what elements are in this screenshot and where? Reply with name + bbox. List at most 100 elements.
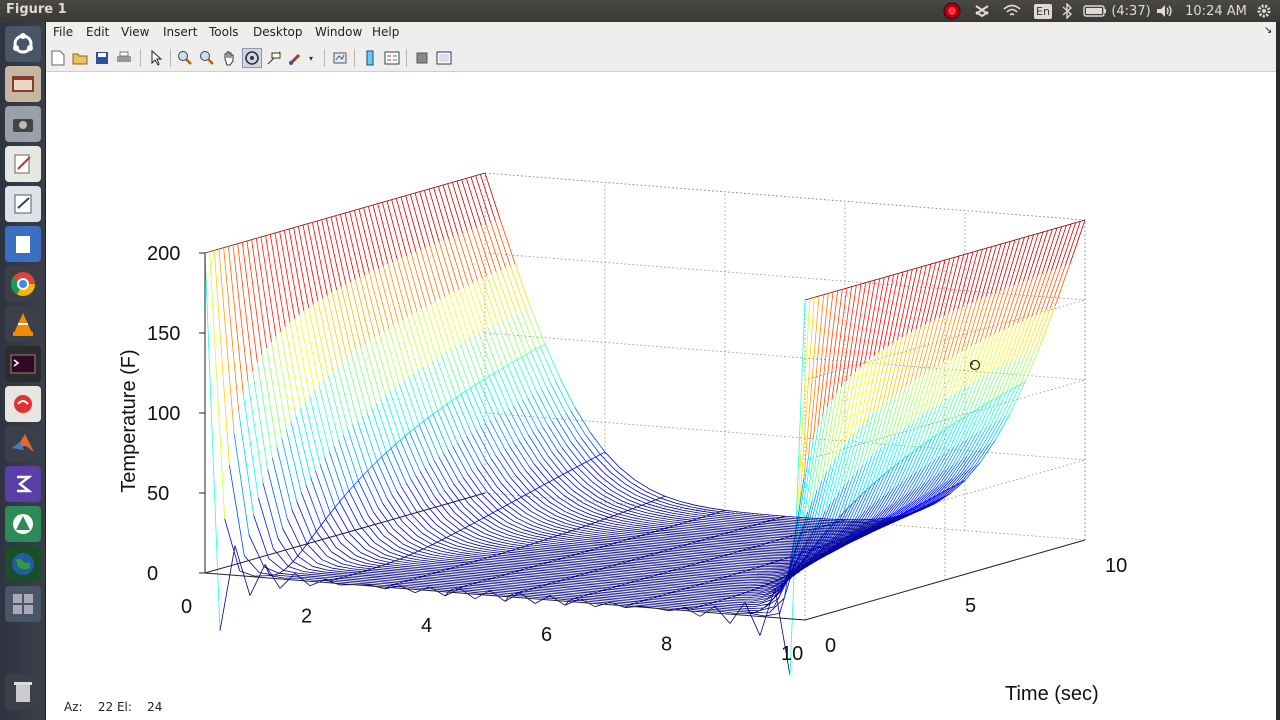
mesh-line (465, 569, 481, 572)
mesh-line (402, 576, 418, 579)
menu-tools[interactable]: Tools (209, 25, 239, 39)
menu-file[interactable]: File (53, 25, 73, 39)
text-editor-icon[interactable] (5, 146, 41, 182)
menu-desktop[interactable]: Desktop (253, 25, 303, 39)
mesh-line (478, 517, 484, 521)
record-icon[interactable] (940, 0, 964, 22)
edit-plot-icon[interactable] (146, 48, 166, 68)
mesh-line (593, 543, 609, 546)
mesh-line (490, 572, 506, 575)
insert-legend-icon[interactable] (382, 48, 402, 68)
mesh-line (702, 599, 718, 602)
mesh-line (696, 568, 712, 571)
az-label: Az: (64, 700, 83, 714)
terminal-icon[interactable] (5, 346, 41, 382)
mesh-line (727, 603, 744, 606)
hide-plot-tools-icon[interactable] (412, 48, 432, 68)
mesh-line (393, 578, 409, 581)
screenshot-icon[interactable] (5, 106, 41, 142)
new-figure-icon[interactable] (48, 48, 68, 68)
mesh-line (1015, 350, 1032, 388)
trash-icon[interactable] (5, 674, 41, 710)
menu-window[interactable]: Window (315, 25, 362, 39)
mesh-plot[interactable]: 0501001502000 2 4 6 8 10 0510Temperature (F)Ti… (46, 72, 1276, 720)
brush-dropdown-icon[interactable]: ▾ (306, 48, 316, 68)
mesh-line (443, 558, 459, 561)
mesh-line (551, 582, 567, 585)
mesh-line (545, 386, 562, 416)
earth-icon[interactable] (5, 546, 41, 582)
workspace-switcher-icon[interactable] (5, 586, 41, 622)
mesh-line (636, 563, 652, 566)
mesh-line (465, 391, 482, 427)
mesh-line (645, 561, 662, 564)
mesh-line (553, 565, 569, 568)
software-updater-icon[interactable] (5, 506, 41, 542)
mesh-line (713, 530, 730, 533)
zoom-in-icon[interactable] (175, 48, 195, 68)
emacs-icon[interactable] (5, 466, 41, 502)
volume-icon[interactable] (1154, 0, 1176, 22)
bluetooth-icon[interactable] (1058, 0, 1076, 22)
mesh-line (506, 502, 512, 506)
zoom-out-icon[interactable] (197, 48, 217, 68)
document-viewer-icon[interactable] (5, 226, 41, 262)
menu-help[interactable]: Help (372, 25, 399, 39)
mesh-line (775, 565, 791, 568)
mesh-line (732, 525, 748, 528)
mesh-line (503, 590, 520, 593)
mesh-line (438, 184, 444, 187)
mesh-line (653, 525, 670, 528)
figure-canvas[interactable]: 0 50 100 150 200 0 2 4 6 8 10 0 5 10 Temperature (F) Ti… (46, 72, 1276, 720)
data-cursor-icon[interactable] (264, 48, 284, 68)
rotate-3d-icon[interactable] (242, 48, 262, 68)
mesh-line (601, 534, 617, 538)
file-manager-icon[interactable] (5, 66, 41, 102)
mesh-line (214, 248, 220, 251)
mesh-line (367, 465, 373, 471)
keyboard-icon[interactable]: En (1033, 0, 1053, 22)
mesh-line (408, 552, 414, 556)
mesh-line (242, 394, 259, 499)
mesh-line (722, 550, 738, 553)
ubuntu-dash-icon[interactable] (5, 26, 41, 62)
link-plot-icon[interactable] (330, 48, 350, 68)
mesh-line (475, 571, 491, 574)
mesh-line (591, 481, 608, 494)
dock-arrow-icon[interactable]: ↘ (1264, 25, 1272, 36)
matlab-icon[interactable] (5, 426, 41, 462)
mesh-line (576, 466, 593, 482)
insert-colorbar-icon[interactable] (360, 48, 380, 68)
mesh-surface (204, 172, 1086, 676)
mesh-line (479, 565, 495, 568)
chrome-icon[interactable] (5, 266, 41, 302)
settings-gear-icon[interactable] (1252, 0, 1276, 22)
menu-edit[interactable]: Edit (86, 25, 109, 39)
mesh-line (618, 574, 635, 577)
mesh-line (369, 545, 385, 555)
brush-icon[interactable] (286, 48, 306, 68)
mesh-line (644, 528, 660, 531)
vlc-icon[interactable] (5, 306, 41, 342)
mesh-line (693, 602, 709, 605)
pan-icon[interactable] (219, 48, 239, 68)
notes-icon[interactable] (5, 186, 41, 222)
mesh-line (483, 517, 499, 528)
clock[interactable]: 10:24 AM (1184, 0, 1248, 22)
menu-insert[interactable]: Insert (163, 25, 197, 39)
z-axis-title: Temperature (F) (118, 349, 140, 492)
dropbox-icon[interactable] (970, 0, 994, 22)
mesh-line (590, 456, 596, 460)
wifi-icon[interactable] (1000, 0, 1024, 22)
print-icon[interactable] (114, 48, 134, 68)
battery-icon[interactable] (1082, 0, 1108, 22)
mesh-line (498, 367, 504, 372)
save-icon[interactable] (92, 48, 112, 68)
show-plot-tools-icon[interactable] (434, 48, 454, 68)
mesh-line (636, 536, 652, 539)
menu-view[interactable]: View (121, 25, 149, 39)
mesh-line (591, 531, 607, 535)
pdf-viewer-icon[interactable] (5, 386, 41, 422)
open-file-icon[interactable] (70, 48, 90, 68)
mesh-line (610, 472, 626, 485)
